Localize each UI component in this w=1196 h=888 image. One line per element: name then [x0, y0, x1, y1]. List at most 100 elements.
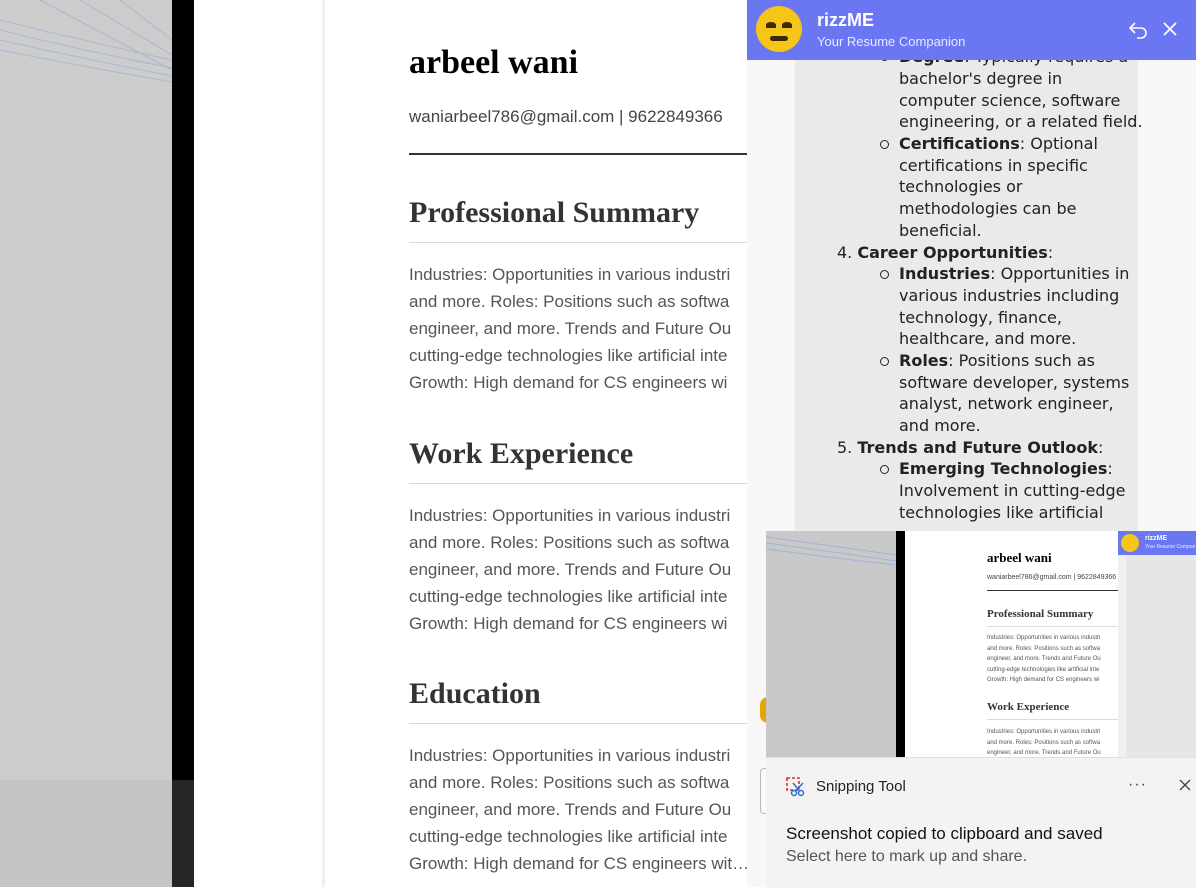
notification-app-name: Snipping Tool — [816, 778, 906, 795]
emerging-text: : — [1107, 459, 1113, 478]
thumb-line: Industries: Opportunities in various ind… — [987, 729, 1101, 735]
list-number: 5. — [837, 438, 853, 457]
chat-title: rizzME — [817, 10, 875, 30]
colon: : — [1098, 438, 1104, 457]
body-line: Growth: High demand for CS engineers wi — [409, 373, 728, 392]
cert-label: Certifications — [899, 134, 1020, 153]
body-line: and more. Roles: Positions such as softw… — [409, 292, 730, 311]
close-icon[interactable] — [1178, 778, 1192, 792]
window-divider — [172, 0, 194, 887]
section-heading-summary: Professional Summary — [409, 196, 700, 229]
thumb-document: arbeel wani waniarbeel786@gmail.com | 96… — [905, 531, 1120, 757]
thumb-name: arbeel wani — [987, 550, 1052, 565]
section-divider — [409, 483, 747, 484]
screenshot-thumbnail[interactable]: arbeel wani waniarbeel786@gmail.com | 96… — [766, 531, 1196, 757]
body-line: engineer, and more. Trends and Future Ou — [409, 560, 732, 579]
background-wave-decoration — [0, 0, 172, 83]
thumb-background — [766, 531, 897, 757]
thumb-body: Industries: Opportunities in various ind… — [987, 633, 1101, 686]
taskbar-region — [0, 780, 172, 887]
roles-text: : Positions such as — [948, 351, 1096, 370]
industries-text: : Opportunities in — [990, 264, 1130, 283]
section-heading-education: Education — [409, 677, 541, 710]
notification-title: Screenshot copied to clipboard and saved — [786, 824, 1103, 843]
bullet-circle — [880, 140, 889, 149]
thumb-chat-title: rizzME — [1145, 535, 1168, 542]
industries-line: technology, finance, — [899, 308, 1062, 327]
industries-line: healthcare, and more. — [899, 329, 1077, 348]
snipping-tool-notification[interactable]: Snipping Tool ··· Screenshot copied to c… — [766, 757, 1196, 888]
section-body-experience: Industries: Opportunities in various ind… — [409, 502, 747, 637]
avatar-eye — [782, 22, 792, 28]
body-line: cutting-edge technologies like artificia… — [409, 587, 728, 606]
industries-label: Industries — [899, 264, 991, 283]
thumb-chat-panel: rizzME Your Resume Compan — [1118, 531, 1196, 757]
degree-line: engineering, or a related field. — [899, 112, 1143, 131]
snipping-tool-icon — [786, 777, 806, 797]
trends-label: Trends and Future Outlook — [857, 438, 1099, 457]
body-line: Industries: Opportunities in various ind… — [409, 265, 731, 284]
industries-line: various industries including — [899, 286, 1120, 305]
list-number: 4. — [837, 243, 853, 262]
body-line: Growth: High demand for CS engineers wi — [409, 614, 728, 633]
body-line: Industries: Opportunities in various ind… — [409, 506, 731, 525]
thumb-divider — [896, 531, 905, 757]
thumb-chat-bubble — [1126, 555, 1196, 757]
thumb-heading: Professional Summary — [987, 608, 1094, 620]
section-body-education: Industries: Opportunities in various ind… — [409, 742, 747, 877]
page-margin — [194, 0, 324, 887]
degree-line: bachelor's degree in — [899, 69, 1063, 88]
roles-line: and more. — [899, 416, 981, 435]
degree-line: computer science, software — [899, 91, 1121, 110]
thumb-line: cutting-edge technologies like artificia… — [987, 666, 1100, 673]
bot-avatar-icon — [756, 6, 802, 52]
career-label: Career Opportunities — [857, 243, 1048, 262]
roles-line: software developer, systems — [899, 373, 1130, 392]
emerging-line: Involvement in cutting-edge — [899, 481, 1126, 500]
thumb-line: and more. Roles: Positions such as softw… — [987, 739, 1101, 746]
thumb-line: Growth: High demand for CS engineers wi — [987, 677, 1100, 683]
thumb-contact: waniarbeel786@gmail.com | 9622849366 — [987, 574, 1117, 581]
bullet-circle — [880, 465, 889, 474]
avatar-eye — [766, 22, 776, 28]
close-icon[interactable] — [1159, 18, 1181, 40]
bullet-circle — [880, 357, 889, 366]
cert-line: methodologies can be — [899, 199, 1077, 218]
cert-line: certifications in specific — [899, 156, 1088, 175]
thumb-body: Industries: Opportunities in various ind… — [987, 727, 1101, 757]
thumb-wave-decoration — [766, 536, 897, 566]
window-divider-bottom — [172, 780, 194, 887]
thumb-divider-line — [987, 626, 1120, 627]
section-body-summary: Industries: Opportunities in various ind… — [409, 261, 747, 396]
chat-subtitle: Your Resume Companion — [817, 34, 966, 49]
thumb-heading: Work Experience — [987, 701, 1070, 713]
thumb-divider-line — [987, 719, 1120, 720]
colon: : — [1047, 243, 1054, 262]
emerging-label: Emerging Technologies — [899, 459, 1108, 478]
bullet-circle — [880, 270, 889, 279]
body-line: cutting-edge technologies like artificia… — [409, 827, 728, 846]
roles-label: Roles — [899, 351, 949, 370]
more-icon[interactable]: ··· — [1128, 776, 1147, 794]
section-heading-experience: Work Experience — [409, 437, 634, 470]
thumb-avatar-icon — [1121, 534, 1139, 552]
emerging-line: technologies like artificial — [899, 503, 1104, 522]
cert-text: : Optional — [1019, 134, 1098, 153]
thumb-line: and more. Roles: Positions such as softw… — [987, 645, 1101, 652]
resume-document: arbeel wani waniarbeel786@gmail.com | 96… — [325, 0, 747, 887]
undo-icon[interactable] — [1127, 18, 1149, 40]
avatar-mouth — [770, 36, 788, 41]
notification-message: Select here to mark up and share. — [786, 848, 1028, 865]
header-divider — [409, 153, 747, 155]
body-line: Growth: High demand for CS engineers wit… — [409, 854, 747, 873]
cert-line: technologies or — [899, 177, 1023, 196]
body-line: engineer, and more. Trends and Future Ou — [409, 800, 732, 819]
thumb-chat-header: rizzME Your Resume Compan — [1118, 531, 1196, 555]
resume-name: arbeel wani — [409, 44, 579, 81]
thumb-line: engineer, and more. Trends and Future Ou — [987, 750, 1101, 756]
section-divider — [409, 723, 747, 724]
resume-contact: waniarbeel786@gmail.com | 9622849366 — [409, 107, 723, 126]
roles-line: analyst, network engineer, — [899, 394, 1114, 413]
body-line: and more. Roles: Positions such as softw… — [409, 533, 730, 552]
body-line: Industries: Opportunities in various ind… — [409, 746, 731, 765]
